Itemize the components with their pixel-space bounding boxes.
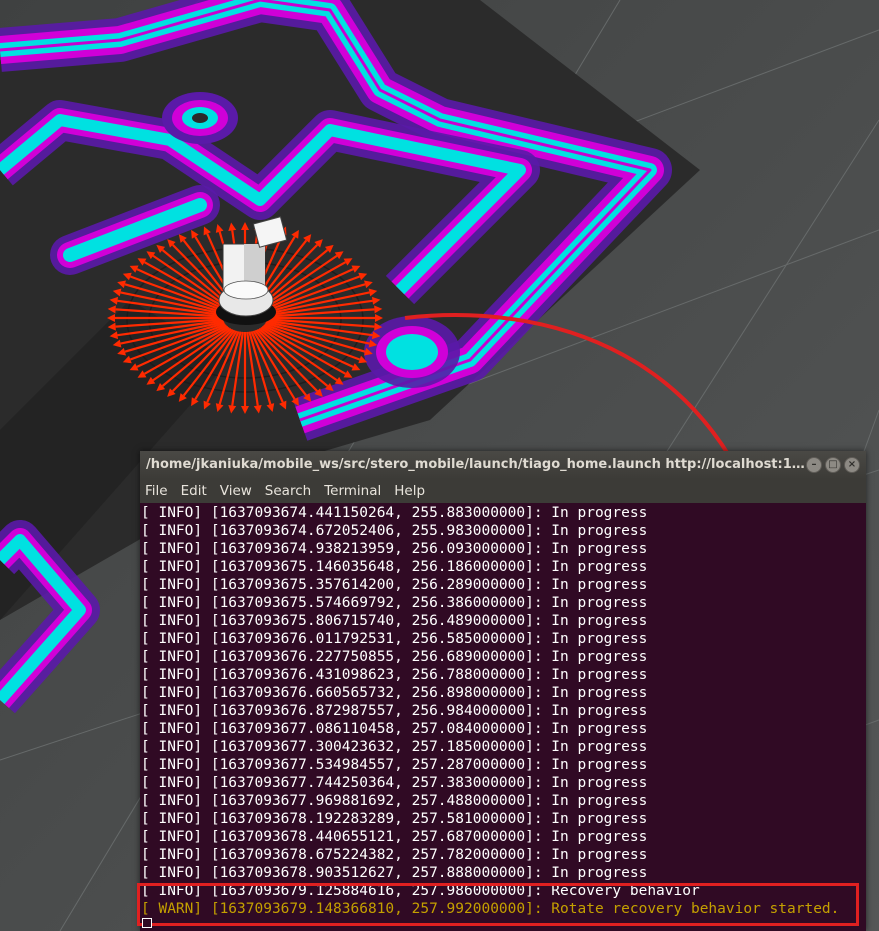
log-line: [ INFO] [1637093677.300423632, 257.18500…	[141, 739, 648, 755]
log-line: [ INFO] [1637093674.441150264, 255.88300…	[141, 505, 648, 521]
log-line: [ INFO] [1637093678.440655121, 257.68700…	[141, 829, 648, 845]
menu-terminal[interactable]: Terminal	[324, 479, 381, 503]
menu-view[interactable]: View	[220, 479, 252, 503]
terminal-cursor	[142, 918, 152, 928]
terminal-titlebar[interactable]: /home/jkaniuka/mobile_ws/src/stero_mobil…	[140, 451, 866, 479]
log-line: [ INFO] [1637093675.806715740, 256.48900…	[141, 613, 648, 629]
log-line: [ INFO] [1637093678.192283289, 257.58100…	[141, 811, 648, 827]
log-line: [ INFO] [1637093675.146035648, 256.18600…	[141, 559, 648, 575]
log-line: [ INFO] [1637093676.660565732, 256.89800…	[141, 685, 648, 701]
terminal-menubar: File Edit View Search Terminal Help	[140, 479, 866, 503]
log-line: [ INFO] [1637093675.357614200, 256.28900…	[141, 577, 648, 593]
menu-file[interactable]: File	[145, 479, 168, 503]
log-line: [ INFO] [1637093676.872987557, 256.98400…	[141, 703, 648, 719]
terminal-title: /home/jkaniuka/mobile_ws/src/stero_mobil…	[146, 457, 806, 472]
maximize-icon[interactable]: □	[825, 457, 841, 473]
close-icon[interactable]: ×	[844, 457, 860, 473]
terminal-window[interactable]: /home/jkaniuka/mobile_ws/src/stero_mobil…	[140, 451, 866, 931]
log-line: [ INFO] [1637093678.903512627, 257.88800…	[141, 865, 648, 881]
log-line: [ INFO] [1637093676.227750855, 256.68900…	[141, 649, 648, 665]
log-line: [ INFO] [1637093675.574669792, 256.38600…	[141, 595, 648, 611]
log-line: [ INFO] [1637093674.938213959, 256.09300…	[141, 541, 648, 557]
window-controls: – □ ×	[806, 457, 860, 473]
log-line: [ INFO] [1637093677.744250364, 257.38300…	[141, 775, 648, 791]
menu-edit[interactable]: Edit	[181, 479, 207, 503]
log-line: [ INFO] [1637093676.011792531, 256.58500…	[141, 631, 648, 647]
costmap-pillar-core	[192, 113, 208, 123]
costmap-obstacle-right-cyan	[386, 334, 438, 370]
log-line: [ INFO] [1637093677.086110458, 257.08400…	[141, 721, 648, 737]
annotation-highlight-box	[137, 883, 859, 926]
menu-search[interactable]: Search	[265, 479, 311, 503]
log-line: [ INFO] [1637093677.969881692, 257.48800…	[141, 793, 648, 809]
log-line: [ INFO] [1637093678.675224382, 257.78200…	[141, 847, 648, 863]
log-line: [ INFO] [1637093677.534984557, 257.28700…	[141, 757, 648, 773]
menu-help[interactable]: Help	[394, 479, 425, 503]
terminal-output[interactable]: [ INFO] [1637093674.441150264, 255.88300…	[140, 503, 866, 918]
log-line: [ INFO] [1637093676.431098623, 256.78800…	[141, 667, 648, 683]
log-line: [ INFO] [1637093674.672052406, 255.98300…	[141, 523, 648, 539]
robot-base-top	[223, 280, 269, 300]
minimize-icon[interactable]: –	[806, 457, 822, 473]
